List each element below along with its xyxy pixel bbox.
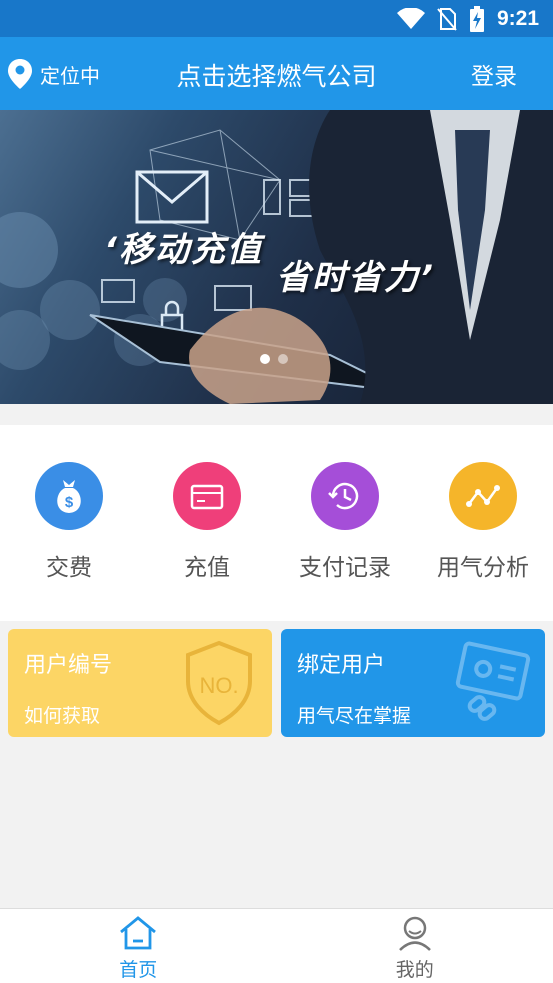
nav-home-label: 首页	[119, 959, 158, 981]
bottom-navigation: 首页 我的	[0, 908, 553, 983]
svg-text:$: $	[65, 494, 74, 511]
menu-label-payment-history: 支付记录	[299, 555, 391, 581]
menu-label-recharge: 充值	[184, 555, 230, 581]
home-icon	[120, 916, 157, 950]
menu-label-gas-analysis: 用气分析	[437, 555, 529, 581]
clock: 9:21	[496, 6, 539, 30]
bind-user-card[interactable]: 绑定用户 用气尽在掌握	[281, 629, 545, 737]
function-menu: $ 交费 充值 支付记录 用气分析	[0, 425, 553, 621]
no-shield-icon: NO.	[186, 640, 252, 726]
menu-item-recharge[interactable]: 充值	[138, 425, 276, 621]
banner-dot-1[interactable]	[260, 354, 270, 364]
no-sim-icon	[437, 7, 457, 31]
company-select-title[interactable]: 点击选择燃气公司	[147, 57, 407, 93]
banner-headline-right: 省时省力’	[276, 258, 435, 298]
menu-item-gas-analysis[interactable]: 用气分析	[414, 425, 552, 621]
no-badge-text: NO.	[199, 673, 238, 698]
nav-home[interactable]: 首页	[0, 909, 277, 983]
id-card-link-icon	[455, 641, 531, 721]
user-number-card[interactable]: 用户编号 如何获取 NO.	[8, 629, 272, 737]
trend-icon	[449, 462, 517, 530]
nav-mine[interactable]: 我的	[277, 909, 553, 983]
banner-dot-2[interactable]	[278, 354, 288, 364]
promo-banner[interactable]: ‘移动充值 省时省力’	[0, 110, 553, 404]
battery-charging-icon	[469, 5, 484, 32]
wifi-icon	[396, 7, 425, 29]
nav-mine-label: 我的	[395, 959, 434, 981]
banner-headline-left: ‘移动充值	[104, 230, 263, 270]
banner-pagination	[260, 354, 288, 364]
location-label: 定位中	[40, 63, 100, 88]
menu-item-pay[interactable]: $ 交费	[0, 425, 138, 621]
location-pin-icon	[8, 59, 32, 89]
menu-item-payment-history[interactable]: 支付记录	[276, 425, 414, 621]
card-icon	[173, 462, 241, 530]
user-icon	[398, 916, 431, 951]
money-bag-icon: $	[35, 462, 103, 530]
menu-label-pay: 交费	[46, 555, 92, 581]
location-button[interactable]: 定位中	[8, 57, 100, 91]
app-header: 定位中 点击选择燃气公司 登录	[0, 37, 553, 110]
login-button[interactable]: 登录	[471, 57, 517, 91]
history-icon	[311, 462, 379, 530]
status-bar: 9:21	[0, 0, 553, 37]
